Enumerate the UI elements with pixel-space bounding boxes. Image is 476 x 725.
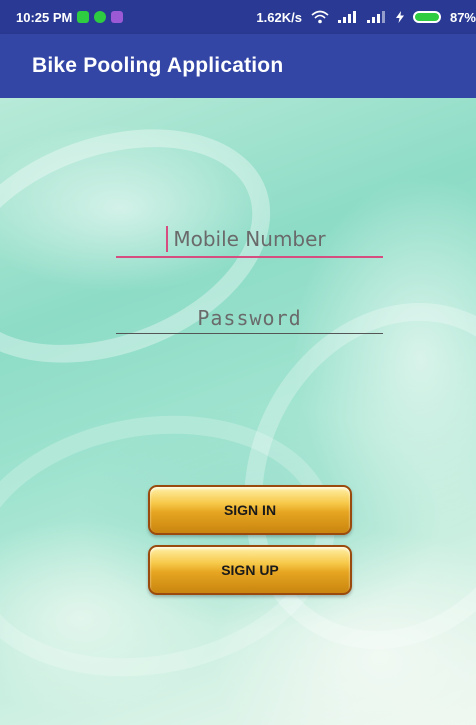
signal-icon: [366, 11, 385, 23]
sign-in-button[interactable]: SIGN IN: [148, 485, 352, 535]
mobile-number-field[interactable]: [116, 222, 383, 258]
mobile-number-input[interactable]: [116, 222, 383, 256]
message-icon: [111, 11, 124, 23]
password-input[interactable]: [116, 302, 383, 333]
wifi-icon: [311, 10, 329, 24]
battery-percent: 87%: [449, 9, 476, 25]
text-cursor: [166, 226, 168, 252]
whatsapp-icon: [94, 11, 107, 23]
password-field[interactable]: [116, 302, 383, 334]
status-right: 1.62K/s 87%: [256, 0, 476, 34]
status-time: 10:25 PM: [16, 9, 73, 25]
battery-icon: [412, 11, 441, 23]
app-title: Bike Pooling Application: [32, 54, 284, 77]
network-speed: 1.62K/s: [256, 9, 302, 25]
notification-icon: [77, 11, 90, 23]
charging-icon: [395, 11, 404, 23]
sign-up-button[interactable]: SIGN UP: [148, 545, 352, 595]
status-left: 10:25 PM: [16, 9, 124, 25]
status-bar: 10:25 PM 1.62K/s 87%: [0, 0, 476, 34]
app-bar: Bike Pooling Application: [0, 34, 476, 98]
background-content: [0, 87, 476, 725]
screen: 10:25 PM 1.62K/s 87% Bike Pooling Applic…: [0, 0, 476, 725]
signal-icon: [337, 11, 356, 23]
